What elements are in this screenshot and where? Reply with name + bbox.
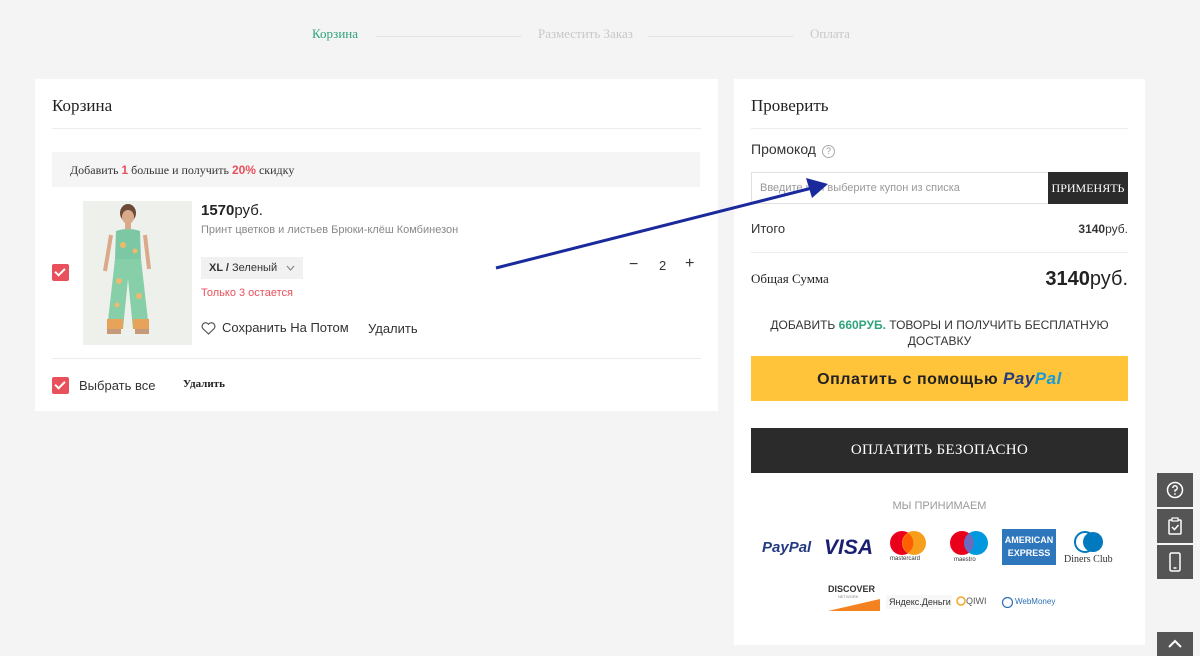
mobile-app-button[interactable]	[1157, 545, 1193, 579]
chevron-up-icon	[1168, 639, 1182, 648]
help-icon	[1166, 481, 1184, 499]
help-button[interactable]	[1157, 473, 1193, 507]
order-tracking-button[interactable]	[1157, 509, 1193, 543]
annotation-arrow	[495, 178, 828, 270]
scroll-to-top-button[interactable]	[1157, 632, 1193, 656]
clipboard-check-icon	[1168, 517, 1182, 535]
mobile-icon	[1169, 552, 1181, 572]
